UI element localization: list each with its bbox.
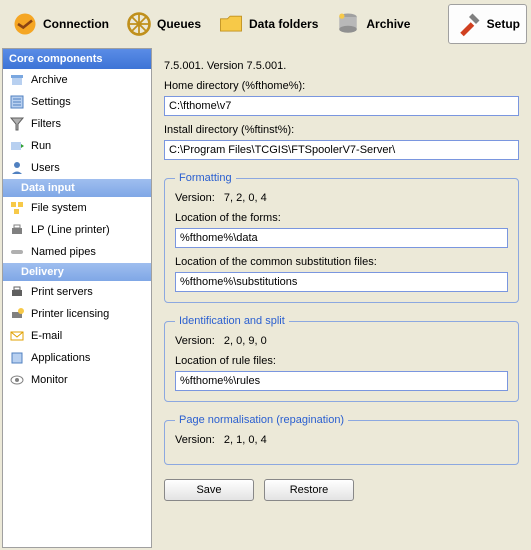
user-icon (9, 160, 25, 176)
sidebar-item-namedpipes[interactable]: Named pipes (3, 241, 151, 263)
printer-icon (9, 284, 25, 300)
toolbar-datafolders-label: Data folders (249, 17, 318, 31)
sidebar-item-label: File system (31, 202, 87, 214)
ident-version: 2, 0, 9, 0 (224, 335, 267, 347)
file-icon (9, 200, 25, 216)
sidebar-item-label: Applications (31, 352, 90, 364)
toolbar-connection-label: Connection (43, 17, 109, 31)
home-label: Home directory (%fthome%): (164, 80, 519, 92)
sidebar-item-label: Archive (31, 74, 68, 86)
sidebar-item-lp[interactable]: LP (Line printer) (3, 219, 151, 241)
sidebar-item-printerlicensing[interactable]: Printer licensing (3, 303, 151, 325)
eye-icon (9, 372, 25, 388)
legend-identification: Identification and split (175, 315, 289, 327)
sidebar-item-label: Named pipes (31, 246, 96, 258)
sidebar-item-label: Users (31, 162, 60, 174)
app-icon (9, 350, 25, 366)
toolbar-setup-label: Setup (487, 17, 520, 31)
settings-icon (9, 94, 25, 110)
forms-input[interactable] (175, 228, 508, 248)
pipe-icon (9, 244, 25, 260)
rules-input[interactable] (175, 371, 508, 391)
install-label: Install directory (%ftinst%): (164, 124, 519, 136)
toolbar-setup[interactable]: Setup (448, 4, 527, 44)
sidebar-item-label: LP (Line printer) (31, 224, 110, 236)
sidebar: Core components Archive Settings Filters… (2, 48, 152, 548)
handshake-icon (11, 10, 39, 38)
toolbar-queues[interactable]: Queues (118, 4, 208, 44)
home-input[interactable] (164, 96, 519, 116)
sidebar-item-label: Printer licensing (31, 308, 109, 320)
group-repagination: Page normalisation (repagination) Versio… (164, 414, 519, 465)
main-toolbar: Connection Queues Data folders Archive S… (0, 0, 531, 48)
legend-formatting: Formatting (175, 172, 236, 184)
subs-input[interactable] (175, 272, 508, 292)
group-formatting: Formatting Version: 7, 2, 0, 4 Location … (164, 172, 519, 303)
sidebar-header-datainput: Data input (3, 179, 151, 197)
archive-icon (9, 72, 25, 88)
ident-version-label: Version: (175, 335, 215, 347)
sidebar-item-label: Print servers (31, 286, 93, 298)
restore-button[interactable]: Restore (264, 479, 354, 501)
sidebar-item-email[interactable]: E-mail (3, 325, 151, 347)
group-identification: Identification and split Version: 2, 0, … (164, 315, 519, 402)
sidebar-item-printservers[interactable]: Print servers (3, 281, 151, 303)
toolbar-queues-label: Queues (157, 17, 201, 31)
version-line: 7.5.001. Version 7.5.001. (164, 60, 519, 72)
license-icon (9, 306, 25, 322)
sidebar-item-applications[interactable]: Applications (3, 347, 151, 369)
sidebar-header-core[interactable]: Core components (3, 49, 151, 69)
sidebar-item-label: Filters (31, 118, 61, 130)
sidebar-item-filesystem[interactable]: File system (3, 197, 151, 219)
rules-label: Location of rule files: (175, 355, 508, 367)
sidebar-item-monitor[interactable]: Monitor (3, 369, 151, 391)
sidebar-item-run[interactable]: Run (3, 135, 151, 157)
toolbar-connection[interactable]: Connection (4, 4, 116, 44)
install-input[interactable] (164, 140, 519, 160)
play-icon (9, 138, 25, 154)
sidebar-item-filters[interactable]: Filters (3, 113, 151, 135)
repag-version-label: Version: (175, 434, 215, 446)
funnel-icon (9, 116, 25, 132)
forms-label: Location of the forms: (175, 212, 508, 224)
sidebar-item-label: E-mail (31, 330, 62, 342)
repag-version: 2, 1, 0, 4 (224, 434, 267, 446)
sidebar-item-settings[interactable]: Settings (3, 91, 151, 113)
toolbar-archive[interactable]: Archive (327, 4, 417, 44)
legend-repagination: Page normalisation (repagination) (175, 414, 348, 426)
main-panel: 7.5.001. Version 7.5.001. Home directory… (154, 48, 531, 550)
toolbar-archive-label: Archive (366, 17, 410, 31)
sidebar-item-label: Run (31, 140, 51, 152)
sidebar-item-archive[interactable]: Archive (3, 69, 151, 91)
sidebar-item-label: Monitor (31, 374, 68, 386)
toolbar-datafolders[interactable]: Data folders (210, 4, 325, 44)
sidebar-item-users[interactable]: Users (3, 157, 151, 179)
formatting-version: 7, 2, 0, 4 (224, 192, 267, 204)
save-button[interactable]: Save (164, 479, 254, 501)
formatting-version-label: Version: (175, 192, 215, 204)
sidebar-item-label: Settings (31, 96, 71, 108)
wheel-icon (125, 10, 153, 38)
sidebar-header-delivery: Delivery (3, 263, 151, 281)
tools-icon (455, 10, 483, 38)
email-icon (9, 328, 25, 344)
subs-label: Location of the common substitution file… (175, 256, 508, 268)
folder-icon (217, 10, 245, 38)
database-icon (334, 10, 362, 38)
printer-icon (9, 222, 25, 238)
